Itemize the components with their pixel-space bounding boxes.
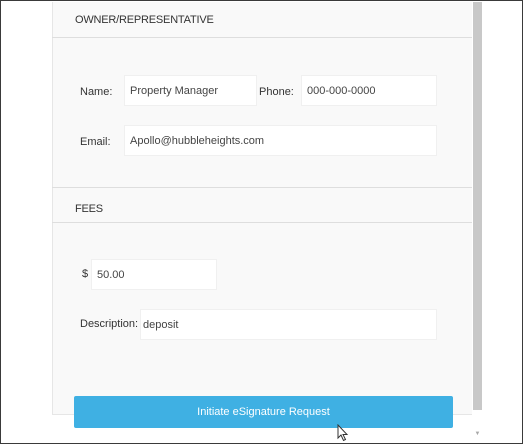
name-label: Name: (80, 86, 113, 98)
email-label: Email: (80, 136, 111, 148)
owner-section-title: OWNER/REPRESENTATIVE (75, 14, 214, 26)
fees-section-title: FEES (75, 203, 103, 215)
scroll-down-arrow-icon[interactable]: ▼ (473, 430, 482, 438)
currency-symbol: $ (82, 268, 89, 280)
initiate-esignature-button[interactable]: Initiate eSignature Request (74, 396, 453, 428)
description-label: Description: (80, 318, 139, 330)
scrollbar-thumb[interactable] (473, 2, 482, 410)
name-field[interactable]: Property Manager (124, 75, 257, 106)
fees-section-header: FEES (52, 187, 472, 223)
phone-label: Phone: (259, 86, 294, 98)
description-field[interactable]: deposit (140, 309, 437, 340)
mouse-pointer-icon (337, 424, 349, 442)
phone-field[interactable]: 000-000-0000 (301, 75, 437, 106)
amount-field[interactable]: 50.00 (91, 259, 217, 290)
owner-section-header: OWNER/REPRESENTATIVE (52, 2, 472, 38)
email-field[interactable]: Apollo@hubbleheights.com (124, 125, 437, 156)
